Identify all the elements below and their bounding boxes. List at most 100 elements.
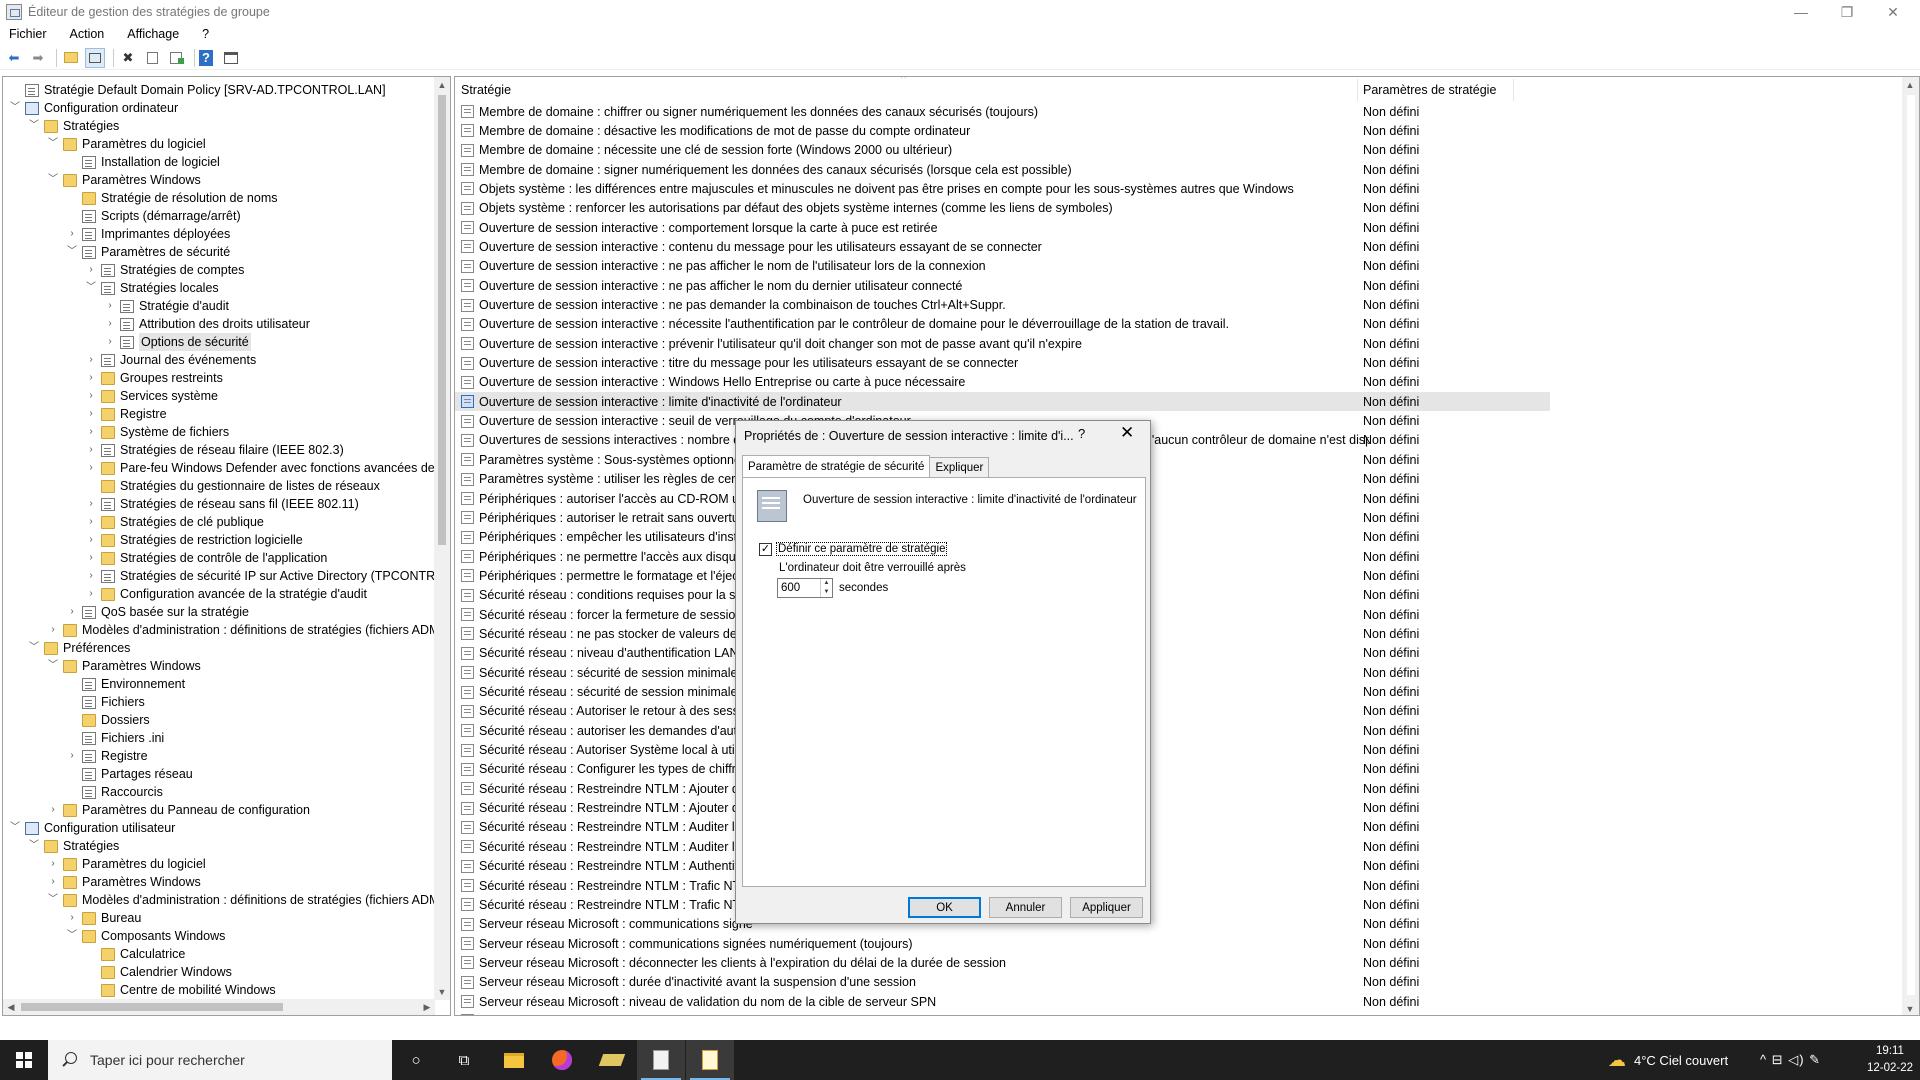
- policy-row[interactable]: Serveur réseau Microsoft : déconnecter l…: [455, 953, 1550, 972]
- tree-node[interactable]: › Paramètres Windows: [47, 873, 200, 891]
- close-button[interactable]: ✕: [1870, 0, 1916, 24]
- expand-collapse-icon[interactable]: ›: [47, 801, 59, 819]
- tree-node[interactable]: › Stratégies de clé publique: [85, 513, 264, 531]
- weather-widget[interactable]: ☁ 4°C Ciel couvert: [1608, 1040, 1728, 1080]
- menu-affichage[interactable]: Affichage: [124, 27, 182, 41]
- policy-row[interactable]: Objets système : les différences entre m…: [455, 179, 1550, 198]
- define-policy-label[interactable]: Définir ce paramètre de stratégie: [776, 542, 948, 556]
- tree-node[interactable]: Calendrier Windows: [85, 963, 232, 981]
- tree-node[interactable]: › Attribution des droits utilisateur: [104, 315, 310, 333]
- tree-node[interactable]: Stratégies du gestionnaire de listes de …: [85, 477, 380, 495]
- define-policy-checkbox-row[interactable]: ✓ Définir ce paramètre de stratégie: [759, 542, 948, 556]
- maximize-button[interactable]: ❐: [1824, 0, 1870, 24]
- tree-node[interactable]: Environnement: [66, 675, 185, 693]
- policy-row[interactable]: Ouverture de session interactive : néces…: [455, 315, 1550, 334]
- seconds-spinbox[interactable]: 600 ▲ ▼: [777, 578, 833, 598]
- apply-button[interactable]: Appliquer: [1070, 897, 1143, 918]
- expand-collapse-icon[interactable]: ›: [85, 567, 97, 585]
- expand-collapse-icon[interactable]: ›: [85, 513, 97, 531]
- tree-node[interactable]: › Options de sécurité: [104, 333, 251, 351]
- tree-node[interactable]: Raccourcis: [66, 783, 163, 801]
- expand-collapse-icon[interactable]: ›: [66, 909, 78, 927]
- policy-row[interactable]: Serveur réseau Microsoft : tentative de …: [455, 1011, 1550, 1015]
- expand-collapse-icon[interactable]: ﹀: [28, 639, 40, 657]
- tree-node[interactable]: › Stratégie d'audit: [104, 297, 229, 315]
- column-divider[interactable]: [1357, 79, 1358, 101]
- tab-security-setting[interactable]: Paramètre de stratégie de sécurité: [742, 455, 931, 477]
- tree-node[interactable]: › Stratégies de réseau filaire (IEEE 802.…: [85, 441, 343, 459]
- menu-help[interactable]: ?: [199, 27, 212, 41]
- tree-node[interactable]: Fichiers .ini: [66, 729, 164, 747]
- expand-collapse-icon[interactable]: ›: [104, 333, 116, 351]
- expand-collapse-icon[interactable]: ﹀: [9, 99, 21, 117]
- server-manager-icon[interactable]: [588, 1040, 636, 1080]
- expand-collapse-icon[interactable]: ›: [85, 531, 97, 549]
- delete-icon[interactable]: ✖: [118, 48, 138, 68]
- policy-row[interactable]: Ouverture de session interactive : limit…: [455, 392, 1550, 412]
- list-vertical-scrollbar[interactable]: ▲ ▼: [1902, 77, 1919, 1015]
- policy-row[interactable]: Membre de domaine : nécessite une clé de…: [455, 141, 1550, 160]
- tree-node[interactable]: Scripts (démarrage/arrêt): [66, 207, 241, 225]
- expand-collapse-icon[interactable]: ›: [85, 585, 97, 603]
- tree-node[interactable]: › Stratégies de sécurité IP sur Active Di…: [85, 567, 435, 585]
- expand-collapse-icon[interactable]: ›: [85, 459, 97, 477]
- clock[interactable]: 19:11 12-02-22: [1866, 1043, 1914, 1077]
- back-icon[interactable]: ⬅: [4, 48, 24, 68]
- column-header-setting[interactable]: Paramètres de stratégie: [1363, 83, 1496, 97]
- help-icon[interactable]: ?: [199, 49, 213, 66]
- policy-row[interactable]: Ouverture de session interactive : ne pa…: [455, 257, 1550, 276]
- scroll-thumb[interactable]: [1907, 95, 1915, 995]
- column-header-policy[interactable]: Stratégie: [461, 83, 511, 97]
- tree-node[interactable]: ﹀ Stratégies: [28, 117, 119, 135]
- minimize-button[interactable]: —: [1778, 0, 1824, 24]
- tree-node[interactable]: › Stratégies de réseau sans fil (IEEE 802…: [85, 495, 358, 513]
- policy-row[interactable]: Ouverture de session interactive : titre…: [455, 354, 1550, 373]
- policy-row[interactable]: Ouverture de session interactive : compo…: [455, 218, 1550, 237]
- spin-up-icon[interactable]: ▲: [821, 579, 832, 588]
- tree-node[interactable]: Stratégie Default Domain Policy [SRV-AD.…: [9, 81, 386, 99]
- expand-collapse-icon[interactable]: ›: [47, 873, 59, 891]
- tree-node[interactable]: Stratégie de résolution de noms: [66, 189, 278, 207]
- tree-node[interactable]: › Stratégies de restriction logicielle: [85, 531, 302, 549]
- tree-horizontal-scrollbar[interactable]: ◀ ▶: [3, 999, 435, 1015]
- expand-collapse-icon[interactable]: ›: [66, 747, 78, 765]
- tree-node[interactable]: ﹀ Paramètres Windows: [47, 657, 201, 675]
- expand-collapse-icon[interactable]: ›: [85, 369, 97, 387]
- tree-vertical-scrollbar[interactable]: ▲ ▼: [434, 77, 450, 1000]
- tree-node[interactable]: › QoS basée sur la stratégie: [66, 603, 249, 621]
- expand-collapse-icon[interactable]: ›: [104, 315, 116, 333]
- tray-icons[interactable]: ^ ⊟ ◁) ✎: [1760, 1052, 1821, 1068]
- policy-row[interactable]: Serveur réseau Microsoft : communication…: [455, 934, 1550, 953]
- tree-node[interactable]: ﹀ Configuration utilisateur: [9, 819, 175, 837]
- expand-collapse-icon[interactable]: ›: [66, 225, 78, 243]
- expand-collapse-icon[interactable]: ›: [66, 603, 78, 621]
- expand-collapse-icon[interactable]: ›: [85, 405, 97, 423]
- tree-node[interactable]: Dossiers: [66, 711, 150, 729]
- policy-row[interactable]: Membre de domaine : désactive les modifi…: [455, 121, 1550, 140]
- tab-explain[interactable]: Expliquer: [929, 457, 990, 477]
- expand-collapse-icon[interactable]: ›: [47, 621, 59, 639]
- firefox-icon[interactable]: [538, 1040, 586, 1080]
- expand-collapse-icon[interactable]: ﹀: [47, 135, 59, 153]
- tree-node[interactable]: ﹀ Préférences: [28, 639, 130, 657]
- tree-node[interactable]: Installation de logiciel: [66, 153, 220, 171]
- policy-row[interactable]: Objets système : renforcer les autorisat…: [455, 199, 1550, 218]
- system-tray[interactable]: ^ ⊟ ◁) ✎: [1760, 1040, 1821, 1080]
- scroll-thumb[interactable]: [438, 95, 446, 545]
- scroll-thumb[interactable]: [21, 1003, 283, 1011]
- console-icon[interactable]: [221, 48, 241, 68]
- scroll-left-icon[interactable]: ◀: [3, 999, 19, 1015]
- export-list-icon[interactable]: [166, 48, 186, 68]
- expand-collapse-icon[interactable]: ›: [104, 297, 116, 315]
- policy-row[interactable]: Membre de domaine : chiffrer ou signer n…: [455, 102, 1550, 121]
- expand-collapse-icon[interactable]: ›: [85, 441, 97, 459]
- tree-node[interactable]: ﹀ Modèles d'administration : définitions …: [47, 891, 435, 909]
- policy-row[interactable]: Serveur réseau Microsoft : niveau de val…: [455, 992, 1550, 1011]
- task-view-icon[interactable]: ⧉: [440, 1040, 488, 1080]
- spin-down-icon[interactable]: ▼: [821, 588, 832, 597]
- taskbar-search[interactable]: Taper ici pour rechercher: [48, 1040, 392, 1080]
- tree-node[interactable]: › Stratégies de contrôle de l'application: [85, 549, 327, 567]
- tree-node[interactable]: › Registre: [66, 747, 147, 765]
- tree-node[interactable]: › Modèles d'administration : définitions …: [47, 621, 435, 639]
- tree-node[interactable]: › Imprimantes déployées: [66, 225, 230, 243]
